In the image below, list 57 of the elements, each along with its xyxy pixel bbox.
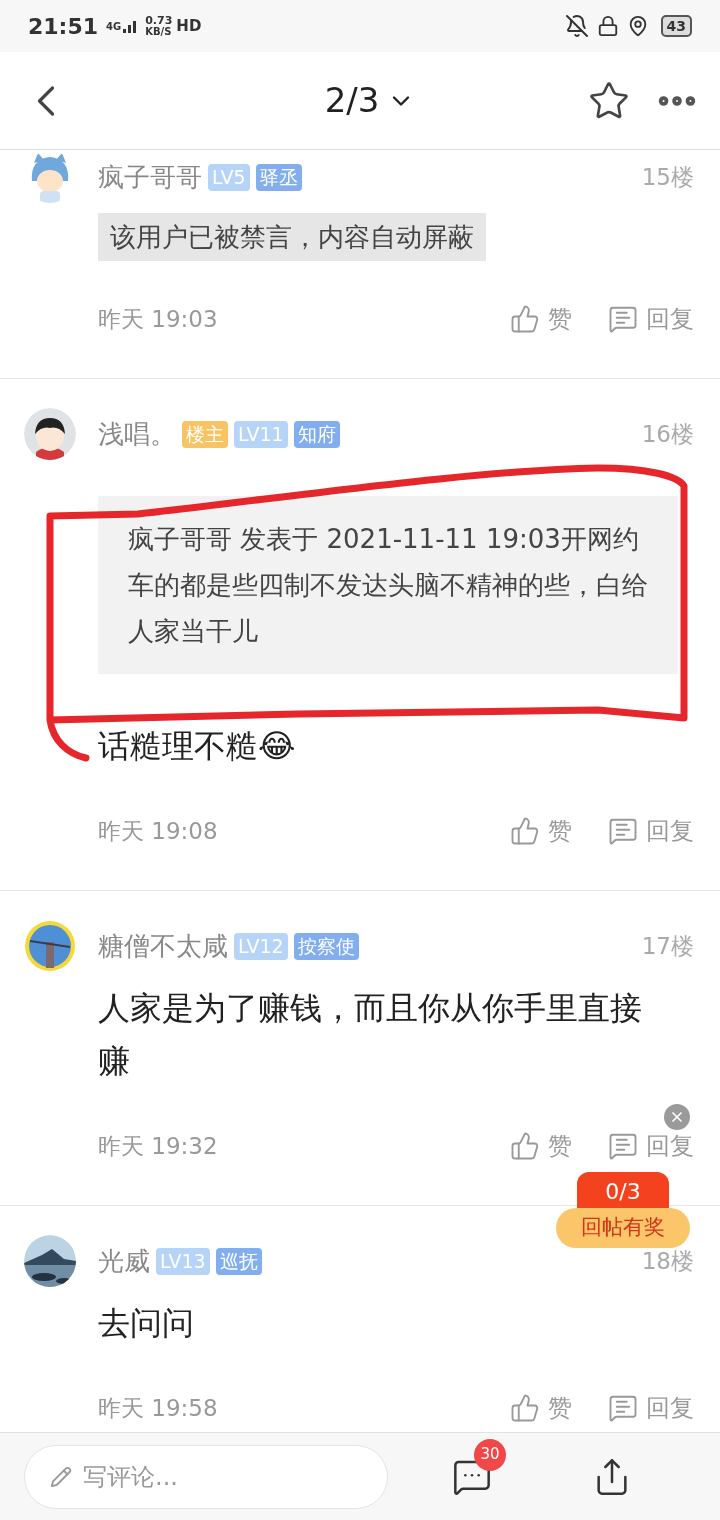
post-time: 昨天 19:58 [98,1393,218,1423]
hd-label: HD [176,15,202,37]
post-time: 昨天 19:03 [98,304,218,334]
post-time: 昨天 19:32 [98,1131,218,1161]
comment-icon [608,816,638,846]
user-badge: LV13 [156,1247,210,1275]
reply-button[interactable]: 回复 [608,1128,694,1164]
username[interactable]: 糖僧不太咸 [98,926,228,966]
post-text: 人家是为了赚钱，而且你从你手里直接赚 [98,988,643,1082]
floor-number: 16楼 [641,419,694,449]
network-label: 4G [106,19,122,34]
clock: 21:51 [28,12,99,41]
user-badge: 楼主 [182,420,228,448]
comment-count-badge: 30 [474,1438,506,1471]
reply-button[interactable]: 回复 [608,1390,694,1426]
speed-value: 0.73 [145,15,173,26]
floor-number: 17楼 [641,931,694,961]
username[interactable]: 疯子哥哥 [98,157,202,197]
banned-notice: 该用户已被禁言，内容自动屏蔽 [98,213,486,261]
post-text: 去问问 [98,1303,194,1344]
comment-icon [608,1393,638,1423]
user-badge: LV11 [234,420,288,448]
user-badge: LV5 [208,163,250,191]
user-badge: 知府 [293,420,340,448]
close-icon[interactable] [669,1109,685,1125]
reply-button[interactable]: 回复 [608,301,694,337]
like-button[interactable]: 赞 [510,1390,572,1426]
comment-field[interactable]: 写评论... [24,1444,388,1509]
thumbs-up-icon [510,304,540,334]
user-badge: LV12 [234,932,288,960]
user-badge: 巡抚 [215,1247,262,1275]
bell-off-icon [564,14,589,38]
comment-icon [608,1131,638,1161]
reward-button[interactable]: 回帖有奖 [556,1208,690,1248]
speed-unit: KB/S [145,26,173,37]
post-text: 话糙理不糙😂 [98,726,296,767]
reply-button[interactable]: 回复 [608,813,694,849]
thumbs-up-icon [510,816,540,846]
close-button[interactable] [664,1104,690,1130]
comment-icon [608,304,638,334]
floor-number: 18楼 [641,1246,694,1276]
username[interactable]: 光威 [98,1241,150,1281]
like-button[interactable]: 赞 [510,813,572,849]
thumbs-up-icon [510,1393,540,1423]
like-button[interactable]: 赞 [510,301,572,337]
post-time: 昨天 19:08 [98,816,218,846]
floor-number: 15楼 [641,162,694,192]
signal-icon [123,19,138,33]
page-selector[interactable]: 2/3 [244,75,416,126]
thumbs-up-icon [510,1131,540,1161]
user-badge: 驿丞 [255,163,302,191]
like-button[interactable]: 赞 [510,1128,572,1164]
user-badge: 按察使 [293,932,359,960]
battery-level: 43 [660,15,692,37]
pencil-icon [50,1465,72,1488]
quoted-post: 疯子哥哥 发表于 2021-11-11 19:03开网约车的都是些四制不发达头脑不精神的些，白给人家当干儿 [98,496,678,674]
username[interactable]: 浅唱。 [98,414,176,454]
